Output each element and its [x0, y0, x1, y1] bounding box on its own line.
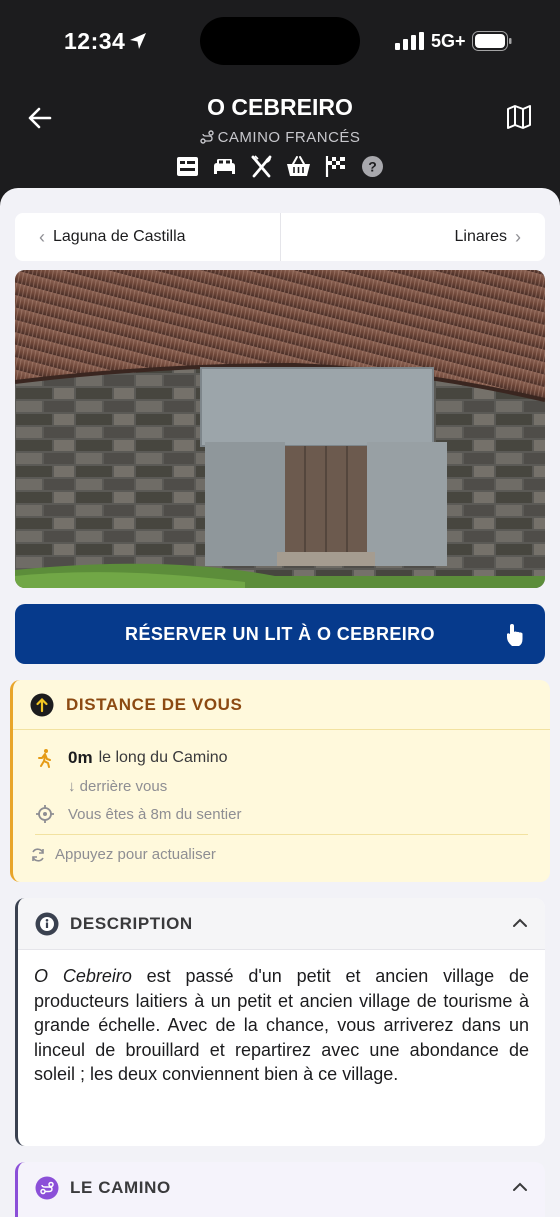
camino-header[interactable]: LE CAMINO [18, 1162, 545, 1214]
route-subtitle: CAMINO FRANCÉS [0, 129, 560, 146]
chevron-up-icon[interactable] [511, 914, 529, 932]
description-header[interactable]: DESCRIPTION [18, 898, 545, 950]
camino-card: LE CAMINO [15, 1162, 545, 1217]
svg-text:?: ? [368, 159, 377, 175]
distance-card-title: DISTANCE DE VOUS [66, 694, 243, 714]
distance-value: 0m [68, 748, 93, 767]
village-photo[interactable] [15, 270, 545, 588]
battery-icon [472, 31, 512, 51]
refresh-icon [32, 847, 44, 862]
place-name: O Cebreiro [34, 966, 132, 986]
camino-title: LE CAMINO [70, 1178, 171, 1197]
info-icon [35, 912, 59, 935]
off-trail-row: Vous êtes à 8m du sentier [35, 804, 241, 824]
description-title: DESCRIPTION [70, 913, 193, 933]
network-type: 5G+ [431, 31, 466, 51]
status-time: 12:34 [64, 28, 126, 54]
bed-icon[interactable] [212, 154, 237, 179]
description-card: DESCRIPTION O Cebreiro est passé d'un pe… [15, 898, 545, 1146]
map-icon[interactable] [506, 104, 532, 130]
amenity-icons: ? [0, 154, 560, 179]
next-stop-button[interactable]: Linares › [281, 213, 546, 261]
route-icon [199, 130, 214, 144]
shop-icon[interactable] [286, 154, 311, 179]
crosshair-icon [36, 805, 54, 823]
route-name: CAMINO FRANCÉS [217, 129, 361, 146]
book-bed-button[interactable]: RÉSERVER UN LIT À O CEBREIRO [15, 604, 545, 664]
content-sheet: ‹ Laguna de Castilla Linares › RÉSERVER … [0, 188, 560, 1217]
route-icon [35, 1176, 59, 1200]
app-header: O CEBREIRO CAMINO FRANCÉS ? [0, 84, 560, 188]
chevron-right-icon: › [515, 226, 521, 247]
chevron-left-icon: ‹ [39, 226, 45, 247]
arrow-up-icon [30, 693, 54, 716]
behind-label: ↓ derrière vous [68, 778, 168, 795]
distance-card-header: DISTANCE DE VOUS [13, 680, 550, 730]
restaurant-icon[interactable] [249, 154, 274, 179]
off-trail-label: Vous êtes à 8m du sentier [68, 805, 242, 823]
stop-navigation: ‹ Laguna de Castilla Linares › [15, 213, 545, 261]
status-bar: 12:34 5G+ [0, 0, 560, 84]
divider [35, 834, 528, 835]
description-text: O Cebreiro est passé d'un petit et ancie… [18, 950, 545, 1087]
distance-along-row: 0m le long du Camino [35, 748, 228, 768]
finish-flag-icon[interactable] [323, 154, 348, 179]
book-bed-label: RÉSERVER UN LIT À O CEBREIRO [125, 623, 435, 644]
next-stop-label: Linares [454, 228, 507, 245]
refresh-row[interactable]: Appuyez pour actualiser [30, 846, 216, 863]
page-title: O CEBREIRO [207, 94, 353, 120]
previous-stop-label: Laguna de Castilla [53, 228, 186, 245]
refresh-label: Appuyez pour actualiser [55, 846, 216, 863]
help-icon[interactable]: ? [360, 154, 385, 179]
dynamic-island [200, 17, 360, 65]
chevron-up-icon[interactable] [511, 1178, 529, 1196]
location-arrow-icon [130, 33, 146, 49]
albergue-icon[interactable] [175, 154, 200, 179]
distance-card[interactable]: DISTANCE DE VOUS 0m le long du Camino ↓ … [10, 680, 550, 882]
previous-stop-button[interactable]: ‹ Laguna de Castilla [15, 213, 281, 261]
tap-hand-icon [507, 624, 523, 646]
cellular-signal-icon [395, 32, 424, 50]
distance-along-label: le long du Camino [98, 749, 228, 766]
walking-icon [38, 749, 51, 768]
